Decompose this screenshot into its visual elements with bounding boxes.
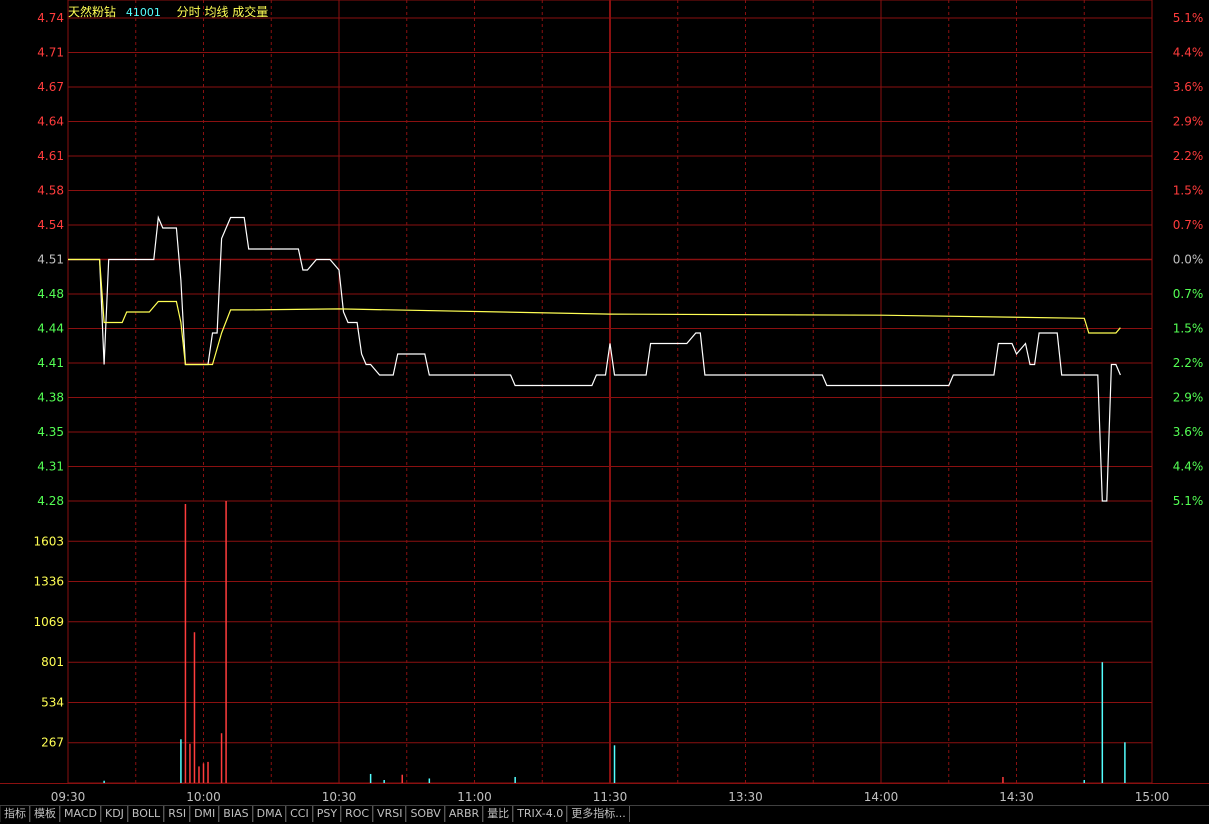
- pct-tick-label: 3.6%: [1173, 425, 1204, 439]
- price-tick-label: 4.54: [37, 218, 64, 232]
- tab-3[interactable]: KDJ: [100, 806, 128, 822]
- tab-10[interactable]: PSY: [312, 806, 342, 822]
- pct-tick-label: 2.2%: [1173, 149, 1204, 163]
- tab-0[interactable]: 指标: [0, 806, 30, 822]
- tab-4[interactable]: BOLL: [127, 806, 165, 822]
- tab-9[interactable]: CCI: [286, 806, 313, 822]
- time-tick-label: 14:30: [999, 790, 1034, 804]
- tab-6[interactable]: DMI: [190, 806, 220, 822]
- tab-13[interactable]: SOBV: [406, 806, 445, 822]
- time-tick-label: 10:00: [186, 790, 221, 804]
- price-tick-label: 4.41: [37, 356, 64, 370]
- pct-tick-label: 2.2%: [1173, 356, 1204, 370]
- average-line: [68, 258, 1121, 366]
- time-tick-label: 14:00: [864, 790, 899, 804]
- intraday-chart[interactable]: 4.74 5.1% 4.71 4.4% 4.67 3.6% 4.64 2.9% 4.61 2.2%…: [0, 0, 1209, 805]
- tab-14[interactable]: ARBR: [444, 806, 484, 822]
- price-tick-label: 4.48: [37, 287, 64, 301]
- pct-tick-label: 0.0%: [1173, 253, 1204, 267]
- pct-tick-label: 5.1%: [1173, 11, 1204, 25]
- stock-name: 天然粉钻: [68, 5, 117, 19]
- time-tick-label: 09:30: [51, 790, 86, 804]
- pct-tick-label: 4.4%: [1173, 46, 1204, 60]
- time-tick-label: 11:00: [457, 790, 492, 804]
- time-tick-label: 15:00: [1135, 790, 1170, 804]
- price-tick-label: 4.35: [37, 425, 64, 439]
- price-tick-label: 4.61: [37, 149, 64, 163]
- indicator-labels: 分时 均线 成交量: [176, 5, 269, 19]
- volume-tick-label: 1069: [33, 615, 64, 629]
- tab-7[interactable]: BIAS: [219, 806, 253, 822]
- price-tick-label: 4.67: [37, 80, 64, 94]
- stock-code: 41001: [125, 6, 161, 19]
- tab-15[interactable]: 量比: [483, 806, 514, 822]
- price-tick-label: 4.44: [37, 322, 64, 336]
- time-tick-label: 10:30: [322, 790, 357, 804]
- tab-2[interactable]: MACD: [60, 806, 101, 822]
- price-tick-label: 4.71: [37, 46, 64, 60]
- tab-5[interactable]: RSI: [164, 806, 191, 822]
- pct-tick-label: 4.4%: [1173, 460, 1204, 474]
- volume-tick-label: 1603: [33, 534, 64, 548]
- time-tick-label: 13:30: [728, 790, 763, 804]
- pct-tick-label: 5.1%: [1173, 494, 1204, 508]
- pct-tick-label: 1.5%: [1173, 322, 1204, 336]
- price-tick-label: 4.74: [37, 11, 64, 25]
- volume-tick-label: 1336: [33, 575, 64, 589]
- price-tick-label: 4.31: [37, 460, 64, 474]
- volume-tick-label: 801: [41, 655, 64, 669]
- price-tick-label: 4.51: [37, 253, 64, 267]
- tab-16[interactable]: TRIX-4.0: [513, 806, 568, 822]
- pct-tick-label: 2.9%: [1173, 115, 1204, 129]
- pct-tick-label: 3.6%: [1173, 80, 1204, 94]
- chart-header: 天然粉钻 41001 分时 均线 成交量: [68, 3, 274, 20]
- tab-8[interactable]: DMA: [252, 806, 287, 822]
- tab-17[interactable]: 更多指标...: [567, 806, 630, 822]
- pct-tick-label: 1.5%: [1173, 184, 1204, 198]
- price-tick-label: 4.38: [37, 391, 64, 405]
- volume-tick-label: 534: [41, 695, 64, 709]
- time-tick-label: 11:30: [593, 790, 628, 804]
- tab-11[interactable]: ROC: [341, 806, 374, 822]
- price-tick-label: 4.64: [37, 115, 64, 129]
- volume-tick-label: 267: [41, 736, 64, 750]
- pct-tick-label: 0.7%: [1173, 218, 1204, 232]
- pct-tick-label: 2.9%: [1173, 391, 1204, 405]
- tab-1[interactable]: 模板: [30, 806, 60, 822]
- price-tick-label: 4.58: [37, 184, 64, 198]
- pct-tick-label: 0.7%: [1173, 287, 1204, 301]
- tab-12[interactable]: VRSI: [373, 806, 407, 822]
- indicator-tab-bar: 指标 模板 MACD KDJ BOLL RSI DMI BIAS DMA CCI PSY ROC VRS…: [0, 805, 1209, 824]
- price-tick-label: 4.28: [37, 494, 64, 508]
